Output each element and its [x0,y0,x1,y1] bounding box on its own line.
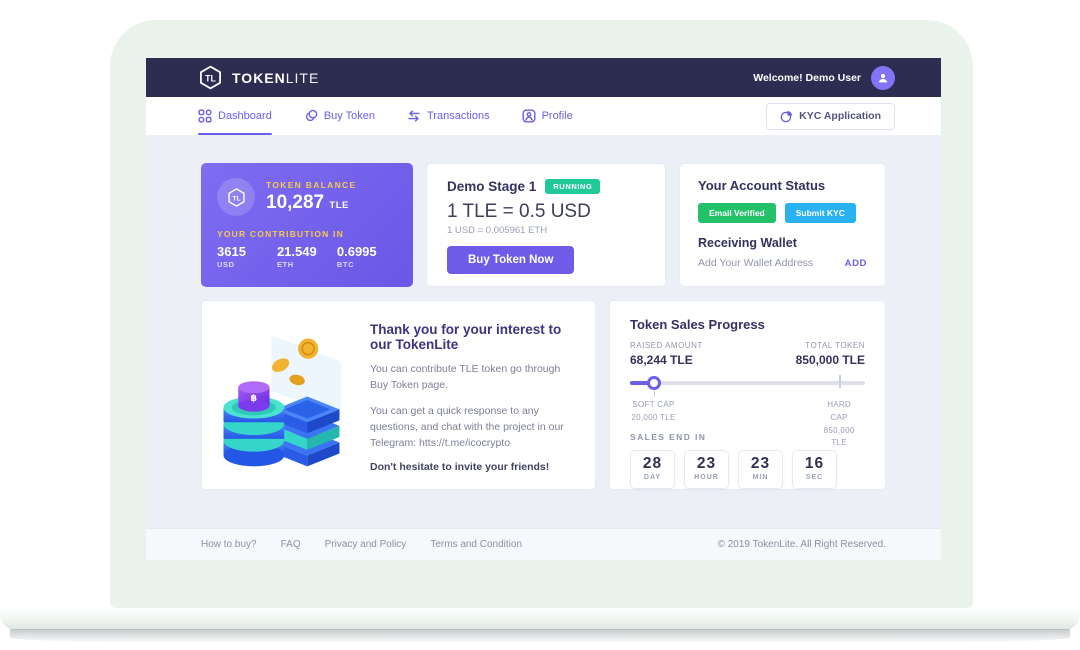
tokenlite-hexagon-icon: TL [217,178,255,216]
buy-token-now-button[interactable]: Buy Token Now [447,246,574,274]
token-sales-progress-card: Token Sales Progress RAISED AMOUNT 68,24… [609,300,886,490]
isometric-coin-stacks-illustration: ฿ [218,326,356,478]
brand-text-light: LITE [286,70,320,86]
hard-cap-label: HARD CAP 850,000 TLE [824,399,855,450]
soft-cap-label: SOFT CAP 20,000 TLE [631,399,675,425]
brand-text: TOKENLITE [232,70,319,86]
nav-label: Transactions [427,110,490,122]
slider-track [630,381,865,385]
soft-cap-tick [654,390,655,397]
contribution-btc: 0.6995 BTC [337,244,397,269]
kyc-button-label: KYC Application [799,110,881,122]
pie-chart-icon [780,110,793,123]
user-card-icon [522,109,536,123]
wallet-address-text: Add Your Wallet Address [698,257,813,269]
nav-item-profile[interactable]: Profile [522,97,573,135]
account-status-card: Your Account Status Email Verified Submi… [679,163,886,287]
footer-link-terms[interactable]: Terms and Condition [430,539,522,550]
logo-monogram: TL [232,195,240,202]
email-verified-badge: Email Verified [698,203,776,223]
contribution-row: 3615 USD 21.549 ETH 0.6995 BTC [217,244,397,269]
nav-item-buy-token[interactable]: Buy Token [304,97,375,135]
laptop-base [0,608,1080,630]
progress-title: Token Sales Progress [630,317,865,332]
raised-amount-block: RAISED AMOUNT 68,244 TLE [630,341,703,367]
sale-stage-card: Demo Stage 1 RUNNING 1 TLE = 0.5 USD 1 U… [426,163,666,287]
contribution-eth: 21.549 ETH [277,244,337,269]
submit-kyc-badge[interactable]: Submit KYC [785,203,856,223]
kyc-application-button[interactable]: KYC Application [766,103,895,130]
balance-amount: 10,287 TLE [266,192,356,214]
page-footer: How to buy? FAQ Privacy and Policy Terms… [146,528,941,560]
sub-navbar: Dashboard Buy Token Tran [146,97,941,135]
summary-row: TL TOKEN BALANCE 10,287 TLE YOUR CONTRIB… [201,163,886,287]
raised-amount-value: 68,244 TLE [630,353,703,367]
thank-you-paragraph-2: You can get a quick response to any ques… [370,403,573,452]
user-icon [876,71,890,85]
token-balance-card: TL TOKEN BALANCE 10,287 TLE YOUR CONTRIB… [201,163,413,287]
nav-label: Buy Token [324,110,375,122]
countdown-days: 28 DAY [630,450,675,489]
footer-link-how-to-buy[interactable]: How to buy? [201,539,257,550]
app-screen: TL TOKENLITE Welcome! Demo User [146,58,941,560]
laptop-mockup: TL TOKENLITE Welcome! Demo User [0,0,1080,650]
token-rate: 1 TLE = 0.5 USD [447,201,645,223]
account-status-title: Your Account Status [698,178,867,193]
detail-row: ฿ Thank you for your interest to our Tok… [201,300,886,490]
dashboard-content: TL TOKEN BALANCE 10,287 TLE YOUR CONTRIB… [146,135,941,528]
coins-icon [304,109,318,123]
thank-you-paragraph-3: Don't hesitate to invite your friends! [370,461,573,473]
nav-item-dashboard[interactable]: Dashboard [198,97,272,135]
total-token-value: 850,000 TLE [796,353,865,367]
contribution-usd: 3615 USD [217,244,277,269]
balance-label: TOKEN BALANCE [266,180,356,190]
swap-arrows-icon [407,109,421,123]
nav-item-transactions[interactable]: Transactions [407,97,490,135]
countdown: 28 DAY 23 HOUR 23 MIN 16 [630,450,865,489]
raised-amount-label: RAISED AMOUNT [630,341,703,350]
laptop-base-shadow [10,629,1070,646]
countdown-seconds: 16 SEC [792,450,837,489]
nav-label: Profile [542,110,573,122]
brand[interactable]: TL TOKENLITE [198,65,319,90]
svg-text:฿: ฿ [251,393,257,404]
running-status-badge: RUNNING [545,179,600,194]
countdown-hours: 23 HOUR [684,450,729,489]
thank-you-paragraph-1: You can contribute TLE token go through … [370,361,573,394]
user-avatar[interactable] [871,66,895,90]
copyright-text: © 2019 TokenLite. All Right Reserved. [718,539,886,550]
logo-monogram: TL [205,73,216,83]
stage-title: Demo Stage 1 [447,179,536,194]
total-token-label: TOTAL TOKEN [796,341,865,350]
total-token-block: TOTAL TOKEN 850,000 TLE [796,341,865,367]
cap-labels: SOFT CAP 20,000 TLE HARD CAP 850,000 TLE [630,399,865,423]
footer-link-faq[interactable]: FAQ [281,539,301,550]
receiving-wallet-title: Receiving Wallet [698,236,867,250]
contribution-label: YOUR CONTRIBUTION IN [217,229,397,239]
sales-progress-slider [630,376,865,390]
countdown-minutes: 23 MIN [738,450,783,489]
nav-label: Dashboard [218,110,272,122]
token-sub-rate: 1 USD = 0.005961 ETH [447,225,645,236]
top-navbar: TL TOKENLITE Welcome! Demo User [146,58,941,97]
welcome-text: Welcome! Demo User [753,72,861,84]
thank-you-text: Thank you for your interest to our Token… [370,318,573,489]
progress-knob[interactable] [647,376,661,390]
add-wallet-link[interactable]: ADD [845,258,867,269]
grid-icon [198,109,212,123]
footer-link-privacy[interactable]: Privacy and Policy [325,539,407,550]
tokenlite-logo-icon: TL [198,65,223,90]
thank-you-title: Thank you for your interest to our Token… [370,322,573,352]
hard-cap-tick [839,375,841,388]
brand-text-bold: TOKEN [232,70,286,86]
thank-you-card: ฿ Thank you for your interest to our Tok… [201,300,596,490]
